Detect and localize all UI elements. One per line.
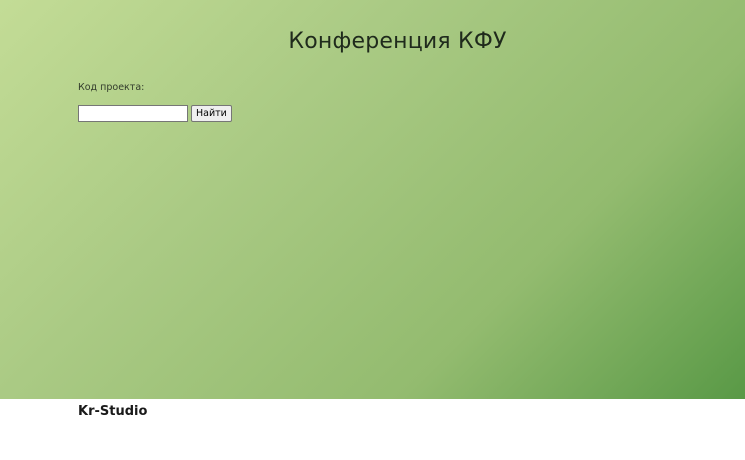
hero-section: Конференция КФУ Код проекта: Найти: [0, 0, 745, 399]
project-code-input[interactable]: [78, 105, 188, 122]
search-row: Найти: [78, 105, 232, 122]
project-search-form: Код проекта: Найти: [78, 82, 232, 122]
project-code-label: Код проекта:: [78, 82, 145, 93]
find-button[interactable]: Найти: [191, 105, 232, 122]
page: Конференция КФУ Код проекта: Найти Kr-St…: [0, 0, 745, 460]
footer-brand: Kr-Studio: [78, 404, 148, 419]
footer: Kr-Studio: [0, 399, 745, 460]
page-title: Конференция КФУ: [288, 29, 507, 54]
